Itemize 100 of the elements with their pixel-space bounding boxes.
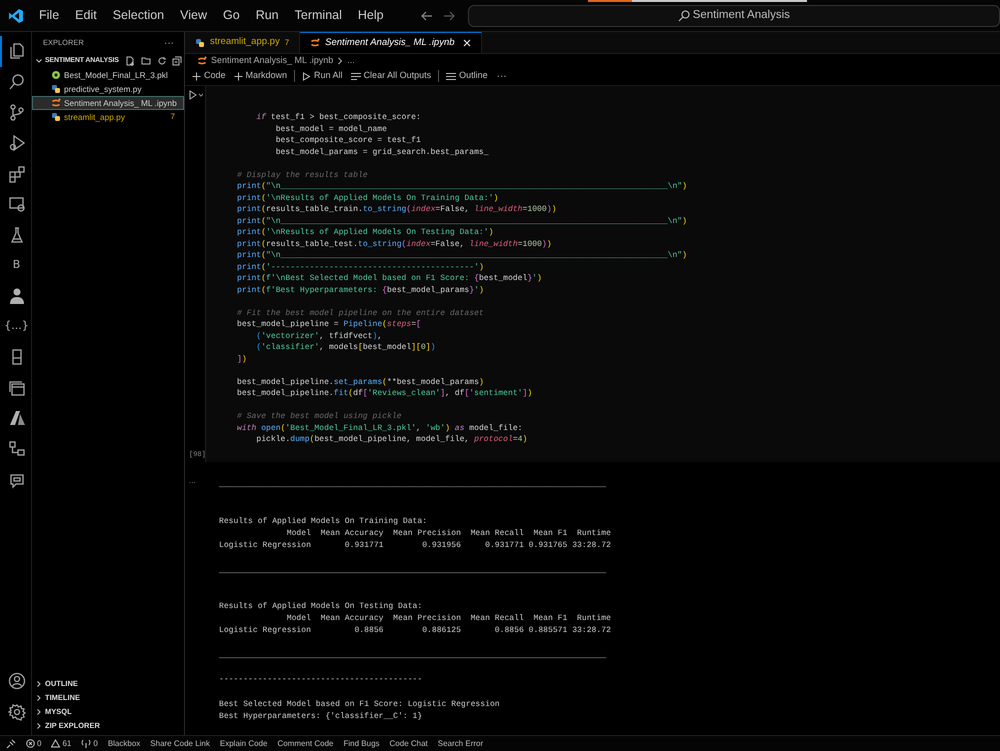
status-item[interactable]: Blackbox: [108, 738, 140, 750]
output-line: Logistic Regression 0.931771 0.931956 0.931771 0.931765 33:28.72: [219, 541, 611, 550]
output-menu[interactable]: ...: [189, 476, 196, 485]
toolbar-button[interactable]: Code: [191, 69, 227, 83]
code-line: best_model_pipeline = Pipeline(steps=[: [237, 320, 421, 329]
status-count[interactable]: 61: [62, 738, 72, 750]
close-icon: [462, 39, 471, 47]
output-line: ________________________________________________________________________________: [219, 480, 606, 490]
breadcrumb-item[interactable]: ...: [347, 54, 355, 68]
menu-item[interactable]: View: [172, 6, 216, 25]
code-line: print(f'\nBest Selected Model based on F1 Score: {best_model}'): [237, 274, 542, 283]
code-line: ]): [237, 354, 247, 364]
menu-item[interactable]: File: [31, 6, 68, 25]
clear-icon: [350, 72, 361, 80]
activity-item[interactable]: {...}: [0, 311, 32, 342]
notebook-icon: [51, 98, 61, 108]
explorer-file[interactable]: predictive_system.py: [32, 82, 184, 96]
status-item[interactable]: Code Chat: [390, 738, 428, 750]
status-item[interactable]: Share Code Link: [150, 738, 210, 750]
code-line: best_model = model_name: [274, 124, 387, 134]
search-field[interactable]: Sentiment Analysis: [468, 4, 1000, 26]
status-item[interactable]: Comment Code: [277, 738, 334, 750]
code-line: print('------------------------------------------'): [237, 262, 484, 272]
output-line: ________________________________________________________________________________: [219, 650, 606, 660]
toolbar-button[interactable]: Run All: [301, 69, 344, 83]
vscode-logo: [8, 8, 24, 24]
output-line: Logistic Regression 0.8856 0.886125 0.8856 0.885571 33:28.72: [219, 626, 611, 636]
menu-item[interactable]: Terminal: [286, 6, 350, 25]
arrow-right-icon: [442, 8, 456, 22]
status-count[interactable]: 0: [93, 738, 98, 750]
status-item[interactable]: Explain Code: [220, 738, 268, 750]
search-icon: [8, 72, 26, 91]
menu-item[interactable]: Edit: [67, 6, 105, 25]
code-line: best_model_pipeline.fit(df['Reviews_clean'], df['sentiment']): [237, 389, 532, 398]
new-file-icon: [124, 56, 135, 66]
diagram-icon: [8, 440, 26, 458]
arrow-left-icon: [420, 8, 434, 22]
new-folder-icon: [140, 56, 151, 66]
code-line: best_model_params = grid_search.best_params_: [274, 148, 489, 156]
toolbar-button[interactable]: Outline: [445, 69, 489, 83]
chevron-right-icon: [337, 56, 344, 64]
status-item[interactable]: Find Bugs: [344, 738, 380, 750]
code-line: print("\n________________________________________________________________________________\n"): [237, 251, 687, 260]
code-line: ('classifier', models[best_model][0]): [255, 343, 436, 352]
remote-icon: [6, 738, 16, 748]
person-icon: [8, 287, 26, 306]
more-button[interactable]: ···: [496, 68, 507, 84]
code-line: print(results_table_train.to_string(index=False, line_width=1000)): [237, 205, 556, 214]
code-line: if test_f1 > best_composite_score:: [255, 113, 421, 122]
warning-icon: [51, 739, 60, 748]
code-line: print('\nResults of Applied Models On Training Data:'): [237, 194, 498, 202]
explorer-file[interactable]: Sentiment Analysis_ ML .ipynb: [32, 96, 184, 110]
output-line: Best Hyperparameters: {'classifier__C': 1}: [219, 712, 422, 721]
collapse-icon: [172, 56, 182, 66]
refresh-icon: [156, 56, 167, 66]
account-icon: [8, 672, 26, 690]
code-line: ('vectorizer', tfidfvect),: [255, 332, 382, 340]
plus-icon: [192, 72, 201, 80]
code-line: with open('Best_Model_Final_LR_3.pkl', 'wb') as model_file:: [237, 424, 523, 432]
breadcrumb-item[interactable]: Sentiment Analysis_ ML .ipynb: [211, 54, 334, 68]
activity-item[interactable]: B: [0, 250, 32, 281]
more-button[interactable]: ···: [164, 36, 174, 50]
toolbar-button[interactable]: Clear All Outputs: [350, 69, 432, 83]
code-line: best_model_pipeline.set_params(**best_model_params): [237, 378, 484, 386]
menu-item[interactable]: Go: [215, 6, 248, 25]
output-line: Results of Applied Models On Training Data:: [219, 516, 428, 526]
output-line: Model Mean Accuracy Mean Precision Mean Recall Mean F1 Runtime: [286, 528, 611, 538]
status-count[interactable]: 0: [37, 738, 42, 750]
code-line: # Fit the best model pipeline on the entire dataset: [237, 308, 484, 318]
search-icon: [678, 10, 690, 22]
code-line: print('\nResults of Applied Models On Testing Data:'): [237, 228, 494, 237]
notebook-icon: [310, 38, 320, 48]
code-line: print("\n________________________________________________________________________________\n"): [237, 216, 687, 226]
code-line: print(results_table_test.to_string(index=False, line_width=1000)): [237, 240, 552, 248]
output-line: Best Selected Model based on F1 Score: Logistic Regression: [219, 700, 500, 709]
settings-icon: [8, 702, 26, 721]
menu-item[interactable]: Selection: [104, 6, 172, 25]
code-line: print(f'Best Hyperparameters: {best_model_params}'): [237, 286, 484, 294]
extensions-icon: [8, 164, 26, 183]
menu-item[interactable]: Help: [350, 6, 392, 25]
files-icon: [8, 42, 26, 60]
python-icon: [51, 112, 61, 122]
menu-item[interactable]: Run: [248, 6, 287, 25]
code-line: best_composite_score = test_f1: [274, 136, 421, 145]
explorer-file[interactable]: streamlit_app.py 7: [32, 110, 184, 124]
run-icon: [302, 72, 312, 80]
status-item[interactable]: Search Error: [438, 738, 484, 750]
glyph-icon: B: [12, 257, 20, 274]
source-control-icon: [8, 103, 26, 122]
monitor-icon: [8, 195, 26, 214]
toolbar-button[interactable]: Markdown: [232, 69, 288, 83]
windows-icon: [8, 378, 26, 397]
run-cell-icon: [189, 90, 203, 100]
error-icon: [26, 739, 35, 748]
editor-tab[interactable]: Sentiment Analysis_ ML .ipynb: [300, 32, 482, 53]
explorer-file[interactable]: Best_Model_Final_LR_3.pkl: [32, 68, 184, 82]
notebook-icon: [197, 56, 207, 66]
code-line: print("\n________________________________________________________________________________\n"): [237, 182, 687, 191]
list-icon: [446, 72, 456, 80]
output-line: Results of Applied Models On Testing Data:: [219, 602, 422, 612]
